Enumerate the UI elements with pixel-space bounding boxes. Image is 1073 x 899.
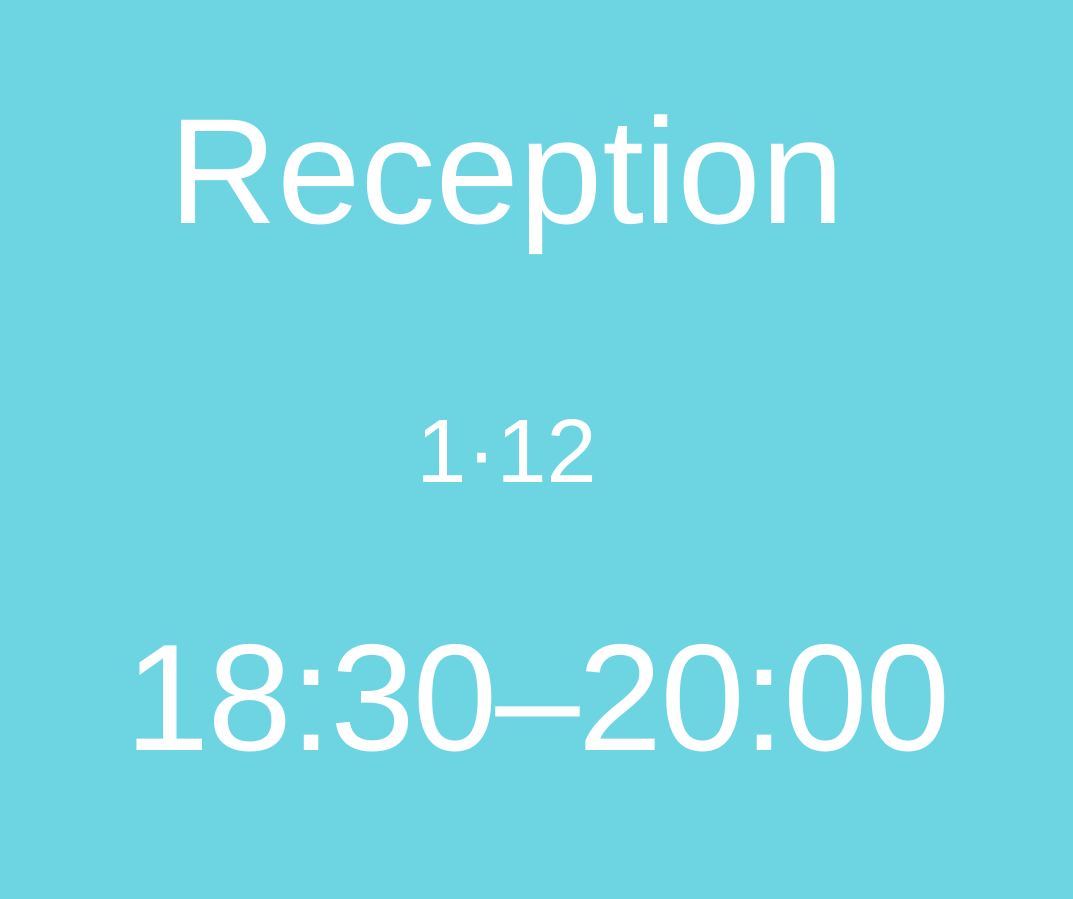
event-room: 1·12 (416, 402, 597, 502)
event-card: { "event": { "title": "Reception", "room… (0, 0, 1073, 899)
event-title: Reception (168, 87, 845, 255)
event-time: 18:30–20:00 (124, 613, 950, 783)
